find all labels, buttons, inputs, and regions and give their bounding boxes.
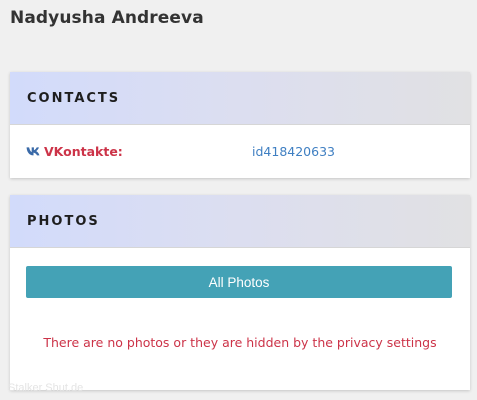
vkontakte-id-link[interactable]: id418420633 — [252, 144, 335, 159]
photos-header: PHOTOS — [10, 195, 470, 248]
vkontakte-label: VKontakte: — [44, 143, 123, 159]
contacts-title: CONTACTS — [27, 90, 121, 106]
watermark: Stalker Shut.de — [8, 382, 84, 394]
contacts-card: CONTACTS VKontakte: id418420633 — [10, 72, 470, 178]
no-photos-message: There are no photos or they are hidden b… — [43, 335, 437, 350]
contacts-header: CONTACTS — [10, 72, 470, 125]
vk-icon — [26, 146, 40, 155]
all-photos-button[interactable]: All Photos — [26, 266, 452, 298]
contact-row-vkontakte: VKontakte: id418420633 — [10, 125, 470, 177]
profile-name: Nadyusha Andreeva — [10, 8, 204, 28]
photos-card: PHOTOS All Photos There are no photos or… — [10, 195, 470, 390]
photos-title: PHOTOS — [27, 213, 100, 229]
